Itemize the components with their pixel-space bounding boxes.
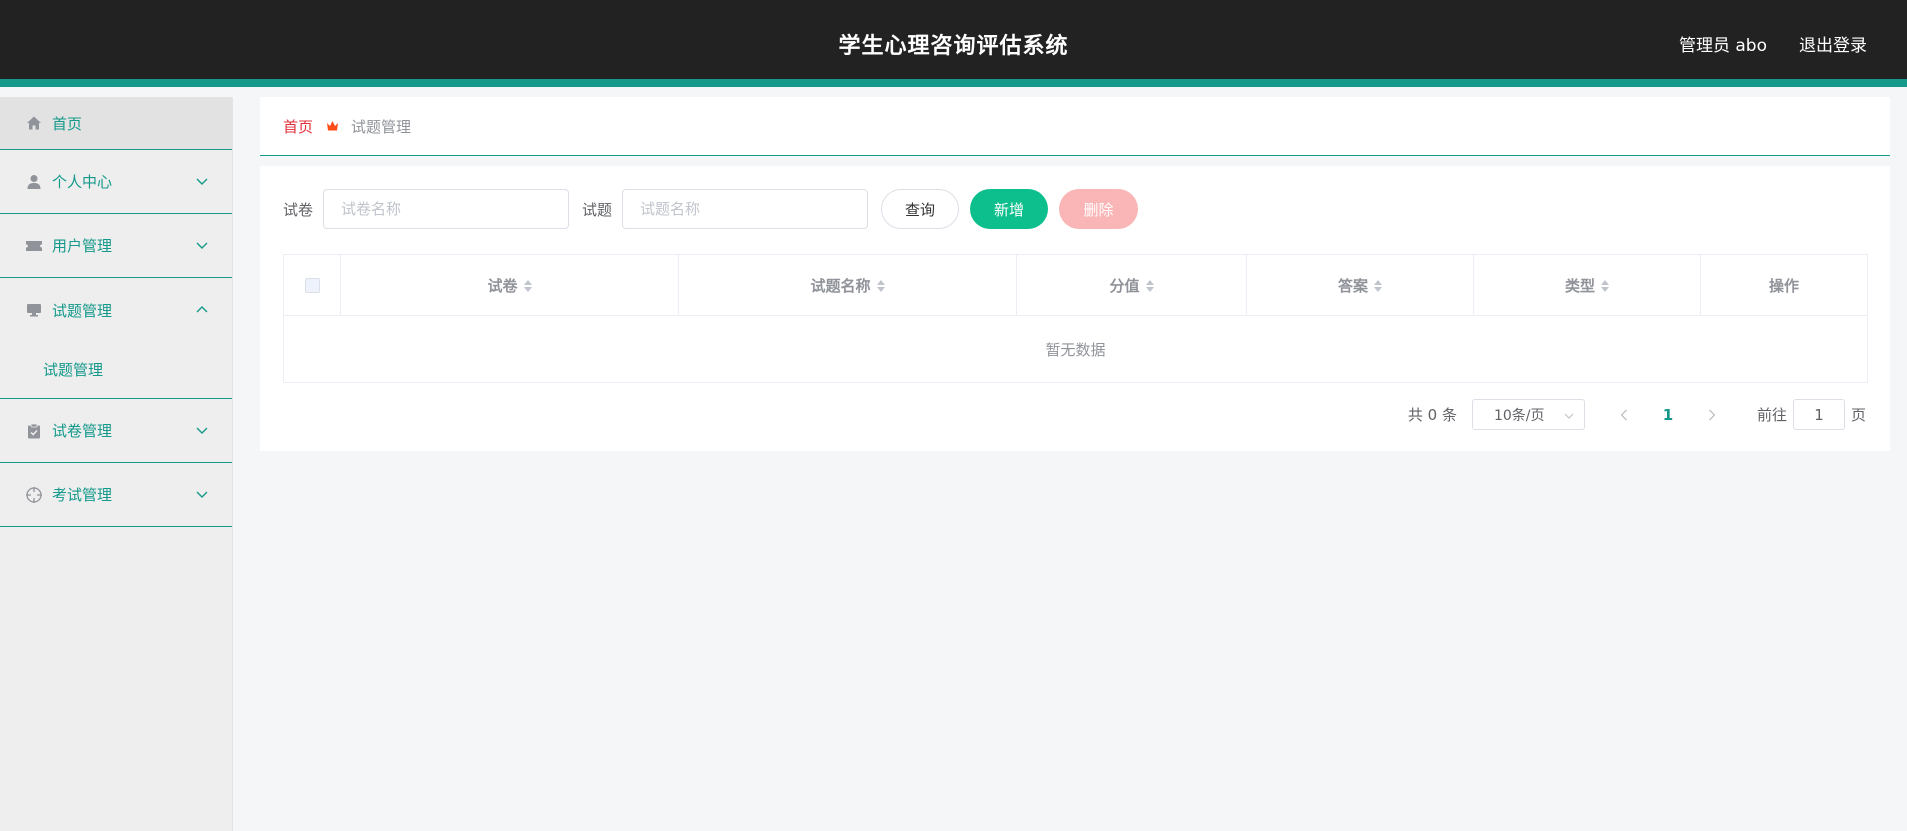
page-size-value: 10条/页 — [1493, 407, 1545, 424]
goto-label: 前往 — [1756, 406, 1787, 424]
next-page-button[interactable] — [1693, 409, 1731, 421]
chevron-down-icon — [196, 488, 208, 501]
column-header-question-name[interactable]: 试题名称 — [679, 255, 1017, 316]
top-navbar: 学生心理咨询评估系统 管理员 abo 退出登录 — [0, 0, 1907, 87]
breadcrumb-current: 试题管理 — [351, 117, 412, 136]
content-panel: 试卷 试题 查询 新增 删除 试卷 试题名称 分值 答案 — [260, 166, 1890, 451]
header-accent-bar — [0, 79, 1907, 87]
query-button[interactable]: 查询 — [881, 189, 960, 229]
question-name-input[interactable] — [622, 189, 869, 229]
column-header-label: 试卷 — [487, 277, 518, 295]
table-header-row: 试卷 试题名称 分值 答案 类型 操作 — [284, 255, 1867, 316]
sort-icon[interactable] — [1374, 279, 1382, 292]
home-icon — [24, 113, 44, 133]
sidebar-item-paper-management[interactable]: 试卷管理 — [0, 399, 232, 463]
column-header-score[interactable]: 分值 — [1017, 255, 1247, 316]
paper-name-input[interactable] — [323, 189, 570, 229]
sidebar-item-label: 试题管理 — [52, 301, 113, 320]
pagination-total: 共 0 条 — [1407, 406, 1457, 424]
table-empty-text: 暂无数据 — [1045, 340, 1106, 359]
column-header-paper[interactable]: 试卷 — [341, 255, 679, 316]
chevron-down-icon — [196, 424, 208, 437]
sort-icon[interactable] — [1145, 279, 1154, 292]
column-header-label: 操作 — [1768, 277, 1799, 295]
question-search-label: 试题 — [582, 200, 613, 219]
user-icon — [24, 172, 44, 192]
search-form: 试卷 试题 查询 新增 删除 — [283, 189, 1149, 229]
chevron-down-icon — [196, 175, 208, 188]
page-size-select[interactable]: 10条/页 — [1471, 399, 1585, 430]
column-header-type[interactable]: 类型 — [1474, 255, 1701, 316]
sort-icon[interactable] — [1601, 279, 1609, 292]
prev-page-button[interactable] — [1605, 409, 1643, 421]
sidebar-item-user-management[interactable]: 用户管理 — [0, 214, 232, 278]
sidebar-item-label: 首页 — [52, 114, 83, 133]
pagination: 共 0 条 10条/页 1 前往 页 — [1408, 399, 1866, 430]
sort-icon[interactable] — [523, 279, 532, 292]
sidebar-item-question-management[interactable]: 试题管理 — [0, 278, 232, 342]
page-suffix-label: 页 — [1850, 406, 1866, 424]
sidebar-item-label: 用户管理 — [52, 237, 113, 255]
sidebar-item-label: 考试管理 — [52, 486, 113, 504]
sidebar-item-exam-management[interactable]: 考试管理 — [0, 463, 232, 527]
monitor-icon — [24, 300, 44, 320]
column-header-label: 答案 — [1337, 277, 1368, 295]
sidebar-item-home[interactable]: 首页 — [0, 97, 232, 150]
breadcrumb-home-link[interactable]: 首页 — [283, 116, 313, 137]
select-all-cell — [284, 255, 341, 316]
delete-button[interactable]: 删除 — [1059, 189, 1139, 229]
current-user-label: 管理员 abo — [1678, 36, 1767, 56]
column-header-label: 分值 — [1109, 277, 1140, 295]
column-header-actions: 操作 — [1701, 255, 1867, 316]
submenu-item-question-management[interactable]: 试题管理 — [0, 342, 232, 398]
breadcrumb: 首页 试题管理 — [260, 97, 1890, 156]
sidebar-item-personal-center[interactable]: 个人中心 — [0, 150, 232, 214]
sidebar-item-label: 试卷管理 — [52, 422, 113, 440]
sort-icon[interactable] — [876, 279, 885, 292]
column-header-label: 试题名称 — [810, 277, 871, 295]
chevron-up-icon — [196, 304, 208, 317]
column-header-answer[interactable]: 答案 — [1247, 255, 1474, 316]
goto-page-input[interactable] — [1792, 399, 1845, 430]
clipboard-icon — [24, 421, 44, 441]
chevron-down-icon — [1564, 409, 1574, 425]
paper-search-label: 试卷 — [283, 200, 314, 219]
sidebar-menu: 首页 个人中心 用户管理 试题管理 试题管理 试卷管理 考试管理 — [0, 97, 233, 831]
page-number-current[interactable]: 1 — [1643, 406, 1693, 424]
crosshair-icon — [24, 485, 44, 505]
crown-icon — [326, 120, 339, 132]
chevron-down-icon — [196, 239, 208, 252]
logout-button[interactable]: 退出登录 — [1799, 31, 1867, 56]
sidebar-item-label: 个人中心 — [52, 173, 113, 191]
add-button[interactable]: 新增 — [970, 189, 1049, 229]
select-all-checkbox[interactable] — [304, 278, 320, 293]
app-title: 学生心理咨询评估系统 — [838, 34, 1069, 59]
submenu-question-management: 试题管理 试题管理 — [0, 278, 232, 399]
column-header-label: 类型 — [1564, 277, 1595, 295]
questions-table: 试卷 试题名称 分值 答案 类型 操作 暂无数据 — [283, 254, 1868, 383]
ticket-icon — [24, 236, 44, 256]
